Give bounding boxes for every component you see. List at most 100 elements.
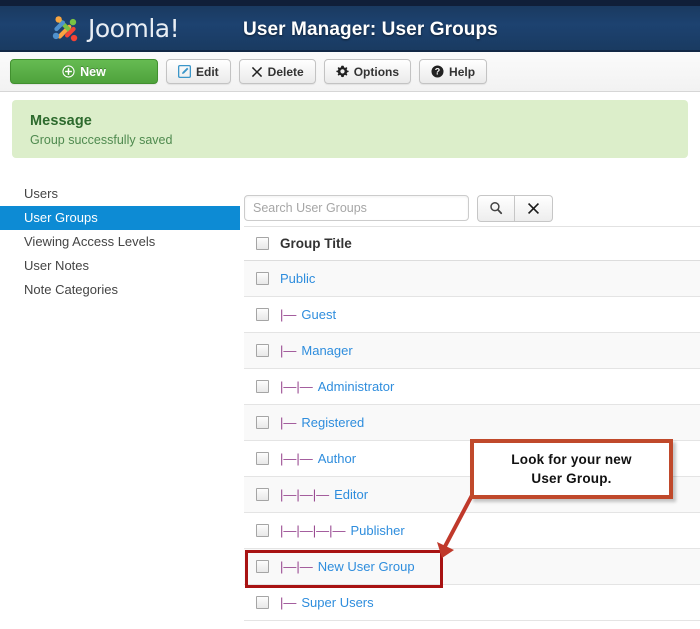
options-button-label: Options: [353, 64, 400, 79]
select-all-checkbox[interactable]: [255, 237, 269, 250]
user-groups-table: Group Title Public |— Guest |— Manager |—|— Ad…: [244, 226, 700, 621]
group-link[interactable]: Public: [280, 271, 315, 286]
group-title-cell: |— Guest: [280, 307, 336, 322]
pencil-square-icon: [178, 65, 191, 78]
row-select-cell: [244, 596, 280, 609]
sidebar-item-users[interactable]: Users: [0, 182, 240, 206]
row-checkbox[interactable]: [255, 344, 269, 357]
question-circle-icon: ?: [431, 65, 444, 78]
group-link[interactable]: Manager: [301, 343, 352, 358]
row-checkbox[interactable]: [255, 488, 269, 501]
table-row[interactable]: |— Registered: [244, 405, 700, 441]
group-title-cell: |— Registered: [280, 415, 364, 430]
search-bar: [244, 182, 700, 226]
group-link[interactable]: Super Users: [301, 595, 373, 610]
group-title-cell: |—|— New User Group: [280, 559, 415, 574]
success-message: Message Group successfully saved: [12, 100, 688, 158]
row-select-cell: [244, 308, 280, 321]
options-button[interactable]: Options: [323, 59, 412, 84]
sidebar-item-note-categories[interactable]: Note Categories: [0, 278, 240, 302]
hierarchy-prefix: |—|—: [280, 451, 313, 466]
delete-button[interactable]: Delete: [238, 59, 316, 84]
search-input[interactable]: [244, 195, 469, 221]
app-header: Joomla! User Manager: User Groups: [0, 0, 700, 52]
group-title-cell: |— Manager: [280, 343, 353, 358]
group-link[interactable]: Publisher: [351, 523, 405, 538]
row-checkbox[interactable]: [255, 380, 269, 393]
search-submit-button[interactable]: [477, 194, 515, 222]
plus-circle-icon: [62, 65, 75, 78]
svg-text:?: ?: [435, 67, 440, 77]
search-clear-button[interactable]: [515, 194, 553, 222]
help-button-label: Help: [449, 64, 476, 79]
row-checkbox[interactable]: [255, 308, 269, 321]
hierarchy-prefix: |—: [280, 343, 297, 358]
group-title-cell: |— Super Users: [280, 595, 374, 610]
edit-button[interactable]: Edit: [166, 59, 231, 84]
toolbar: New Edit Delete Options ? Help: [0, 52, 700, 92]
table-row[interactable]: |—|— New User Group: [244, 549, 700, 585]
help-button[interactable]: ? Help: [419, 59, 488, 84]
row-checkbox[interactable]: [255, 596, 269, 609]
message-text: Group successfully saved: [30, 133, 173, 147]
hierarchy-prefix: |—: [280, 595, 297, 610]
group-link[interactable]: Registered: [301, 415, 364, 430]
table-row[interactable]: |—|— Administrator: [244, 369, 700, 405]
joomla-brand[interactable]: Joomla!: [48, 12, 180, 46]
group-title-cell: |—|—|— Editor: [280, 487, 368, 502]
row-select-cell: [244, 272, 280, 285]
edit-button-label: Edit: [196, 64, 219, 79]
new-button[interactable]: New: [10, 59, 158, 84]
sidebar-item-viewing-access-levels[interactable]: Viewing Access Levels: [0, 230, 240, 254]
main-panel: Group Title Public|—Guest|—Manager|—|—Ad…: [244, 182, 700, 621]
table-row[interactable]: Public: [244, 261, 700, 297]
hierarchy-prefix: |—: [280, 415, 297, 430]
delete-button-label: Delete: [267, 64, 304, 79]
joomla-logo-icon: [52, 16, 78, 42]
table-row[interactable]: |— Guest: [244, 297, 700, 333]
annotation-line-1: Look for your new: [511, 452, 632, 467]
group-title-cell: |—|— Administrator: [280, 379, 394, 394]
group-link[interactable]: Editor: [334, 487, 368, 502]
new-button-label: New: [80, 64, 106, 79]
hierarchy-prefix: |—|—: [280, 379, 313, 394]
group-title-cell: Public: [280, 271, 315, 286]
hierarchy-prefix: |—|—|—: [280, 487, 330, 502]
row-checkbox[interactable]: [255, 272, 269, 285]
page-title: User Manager: User Groups: [243, 19, 498, 40]
row-checkbox[interactable]: [255, 416, 269, 429]
row-select-cell: [244, 416, 280, 429]
table-header-row: Group Title: [244, 227, 700, 261]
x-mark-icon: [251, 66, 262, 77]
select-all-cell: [244, 237, 280, 250]
annotation-line-2: User Group.: [531, 471, 612, 486]
row-select-cell: [244, 380, 280, 393]
group-link[interactable]: Guest: [301, 307, 336, 322]
search-buttons: [477, 194, 553, 222]
sidebar-item-user-groups[interactable]: User Groups: [0, 206, 240, 230]
row-checkbox[interactable]: [255, 524, 269, 537]
sidebar-item-label: User Notes: [24, 258, 90, 273]
hierarchy-prefix: |—: [280, 307, 297, 322]
column-header-group-title: Group Title: [280, 236, 352, 251]
sidebar-item-label: User Groups: [24, 210, 98, 225]
row-checkbox[interactable]: [255, 560, 269, 573]
row-checkbox[interactable]: [255, 452, 269, 465]
group-link[interactable]: Author: [318, 451, 356, 466]
sidebar-item-user-notes[interactable]: User Notes: [0, 254, 240, 278]
sidebar-item-label: Note Categories: [24, 282, 118, 297]
table-row[interactable]: |— Super Users: [244, 585, 700, 621]
joomla-wordmark: Joomla!: [88, 13, 180, 43]
sidebar-item-label: Viewing Access Levels: [24, 234, 156, 249]
hierarchy-prefix: |—|—|—|—: [280, 523, 346, 538]
sidebar-item-label: Users: [24, 186, 58, 201]
row-select-cell: [244, 344, 280, 357]
table-row[interactable]: |—|—|—|— Publisher: [244, 513, 700, 549]
sidebar: Users User Groups Viewing Access Levels Use…: [0, 182, 240, 302]
row-select-cell: [244, 524, 280, 537]
table-row[interactable]: |— Manager: [244, 333, 700, 369]
group-link[interactable]: Administrator: [318, 379, 395, 394]
group-title-cell: |—|—|—|— Publisher: [280, 523, 405, 538]
annotation-callout: Look for your new User Group.: [470, 439, 673, 499]
group-link[interactable]: New User Group: [318, 559, 415, 574]
